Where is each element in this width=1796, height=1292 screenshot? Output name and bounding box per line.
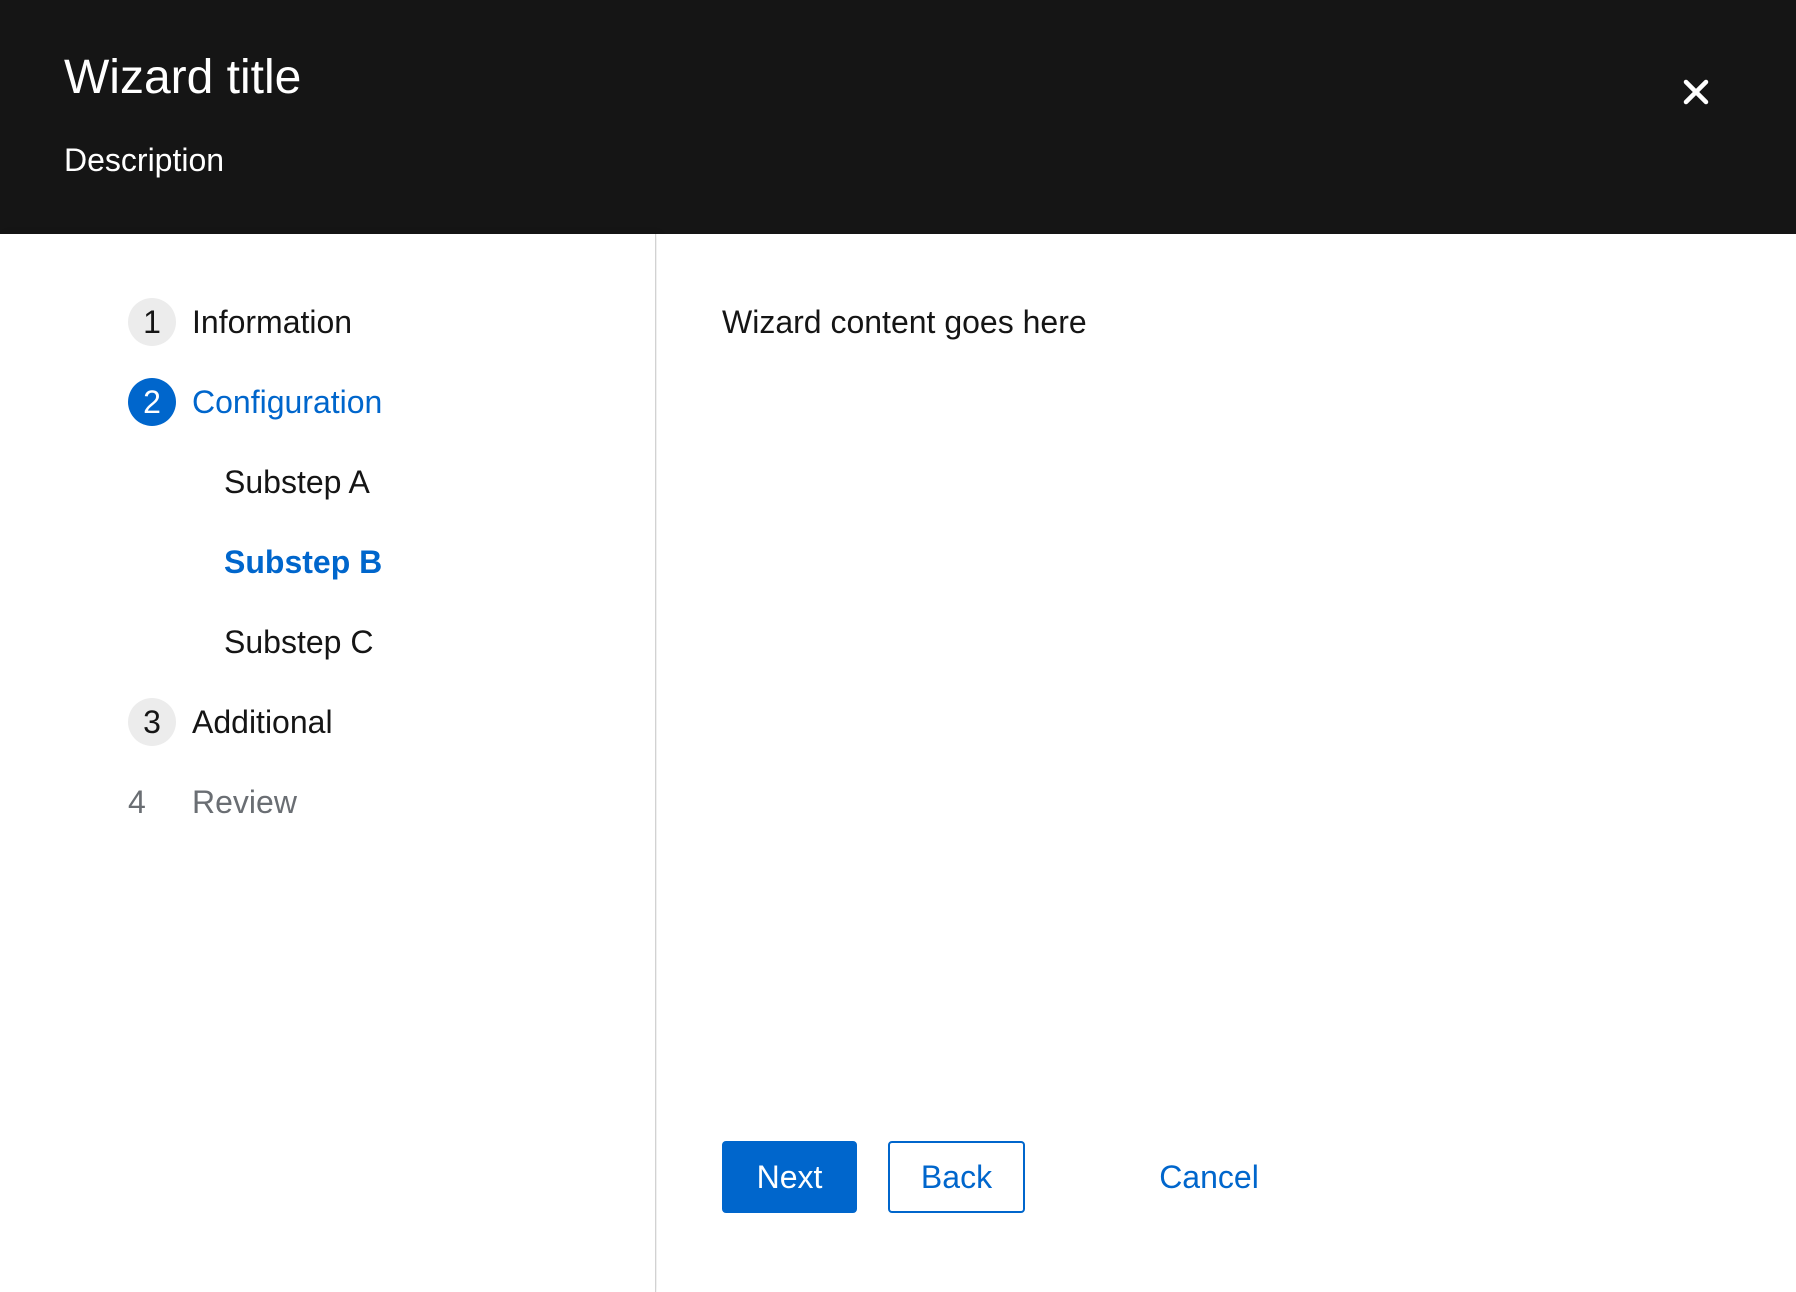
step-label: Additional [192, 703, 333, 740]
back-button[interactable]: Back [888, 1141, 1025, 1213]
nav-step-configuration[interactable]: 2 Configuration [128, 378, 382, 426]
step-label: Review [192, 783, 297, 820]
wizard-header: Wizard title Description [0, 0, 1796, 234]
wizard-content-text: Wizard content goes here [722, 304, 1087, 340]
nav-step-information[interactable]: 1 Information [128, 298, 352, 346]
nav-substep-c[interactable]: Substep C [224, 618, 373, 666]
nav-substep-b[interactable]: Substep B [224, 538, 382, 586]
step-number-badge: 3 [128, 698, 176, 746]
wizard-description: Description [64, 142, 225, 178]
wizard-title: Wizard title [64, 51, 302, 104]
step-number-badge: 1 [128, 298, 176, 346]
step-number-badge: 2 [128, 378, 176, 426]
step-label: Information [192, 303, 353, 340]
wizard-nav: 1 Information 2 Configuration Substep A … [0, 234, 656, 1292]
next-button[interactable]: Next [722, 1141, 857, 1213]
close-icon [1683, 79, 1709, 105]
step-label: Configuration [192, 383, 383, 420]
wizard: Wizard title Description 1 Information 2… [0, 0, 1796, 1292]
nav-substep-a[interactable]: Substep A [224, 458, 370, 506]
cancel-button[interactable]: Cancel [1129, 1141, 1289, 1213]
nav-step-review: 4 Review [128, 778, 297, 826]
close-button[interactable] [1664, 60, 1728, 124]
nav-step-additional[interactable]: 3 Additional [128, 698, 333, 746]
step-number-badge: 4 [128, 783, 146, 820]
wizard-main: Wizard content goes here Next Back Cance… [657, 234, 1796, 1292]
